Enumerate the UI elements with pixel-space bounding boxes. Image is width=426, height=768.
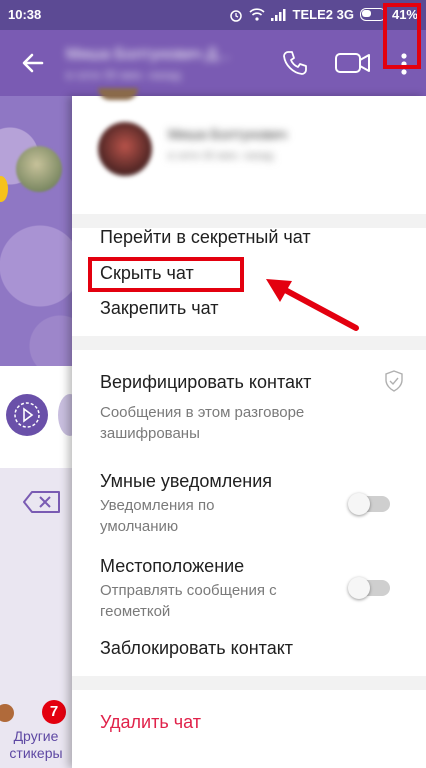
location-toggle[interactable] bbox=[348, 577, 390, 599]
back-arrow-icon[interactable] bbox=[18, 48, 48, 78]
secret-chat-item[interactable]: Перейти в секретный чат bbox=[100, 227, 311, 248]
contact-info: Миша Болтунович в сети 30 мин. назад bbox=[168, 126, 287, 162]
contact-name: Миша Болтунович Д... bbox=[66, 46, 231, 63]
carrier-label: TELE2 3G bbox=[292, 7, 354, 22]
smart-notifications-label: Умные уведомления bbox=[100, 471, 273, 491]
more-button-highlight bbox=[383, 3, 421, 69]
verify-contact-item[interactable]: Верифицировать контакт bbox=[100, 372, 311, 393]
location-description: Отправлять сообщения с геометкой bbox=[100, 582, 277, 620]
status-bar: 10:38 TELE2 3G 41% bbox=[0, 0, 426, 30]
verify-description: Сообщения в этом разговоре зашифрованы bbox=[100, 404, 305, 442]
sticker-background bbox=[0, 96, 72, 366]
shield-icon bbox=[385, 370, 403, 392]
hide-chat-highlight bbox=[88, 257, 244, 292]
delete-chat-item[interactable]: Удалить чат bbox=[100, 712, 201, 733]
toggle-knob bbox=[348, 493, 370, 515]
more-stickers-button[interactable]: Другие стикеры bbox=[0, 728, 72, 762]
divider bbox=[72, 336, 426, 350]
chat-area: 7 Другие стикеры bbox=[0, 96, 82, 768]
contact-status: в сети 30 мин. назад bbox=[66, 68, 181, 82]
contact-avatar bbox=[98, 122, 152, 176]
signal-icon bbox=[270, 8, 286, 21]
divider bbox=[72, 676, 426, 690]
chat-info-drawer: Миша Болтунович в сети 30 мин. назад Пер… bbox=[72, 88, 426, 768]
clock: 10:38 bbox=[8, 7, 42, 22]
chat-header: Миша Болтунович Д... в сети 30 мин. наза… bbox=[0, 30, 426, 96]
smart-notifications-description: Уведомления по умолчанию bbox=[100, 497, 215, 535]
pin-chat-item[interactable]: Закрепить чат bbox=[100, 298, 218, 319]
contact-row-name: Миша Болтунович bbox=[168, 126, 287, 142]
backspace-icon[interactable] bbox=[22, 490, 62, 514]
phone-icon[interactable] bbox=[280, 48, 310, 78]
smart-notifications-toggle[interactable] bbox=[348, 493, 390, 515]
annotation-arrow bbox=[266, 279, 359, 331]
video-call-icon[interactable] bbox=[334, 50, 372, 76]
play-button[interactable] bbox=[6, 394, 48, 436]
contact-title[interactable]: Миша Болтунович Д... в сети 30 мин. наза… bbox=[66, 40, 276, 86]
contact-row-status: в сети 30 мин. назад bbox=[168, 150, 274, 162]
stickers-label-line2: стикеры bbox=[9, 745, 63, 761]
contact-row[interactable]: Миша Болтунович в сети 30 мин. назад bbox=[72, 96, 426, 214]
avatar bbox=[16, 146, 62, 192]
block-contact-item[interactable]: Заблокировать контакт bbox=[100, 638, 293, 659]
alarm-icon bbox=[229, 9, 242, 22]
location-label: Местоположение bbox=[100, 556, 245, 576]
wifi-icon bbox=[248, 8, 265, 21]
stickers-label-line1: Другие bbox=[13, 728, 59, 744]
play-icon bbox=[14, 402, 40, 428]
divider bbox=[72, 214, 426, 228]
notification-badge: 7 bbox=[42, 700, 66, 724]
toggle-knob bbox=[348, 577, 370, 599]
